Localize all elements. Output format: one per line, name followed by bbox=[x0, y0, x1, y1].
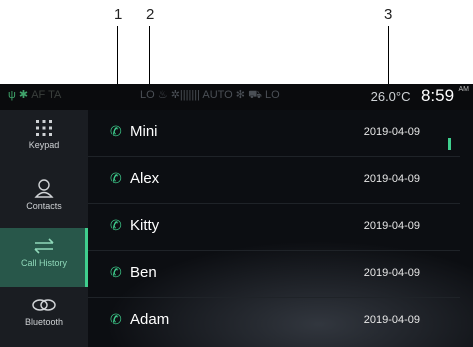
caller-name: Alex bbox=[130, 170, 160, 187]
caller-name: Mini bbox=[130, 123, 158, 140]
phone-icon: ✆ bbox=[110, 264, 122, 280]
contacts-icon bbox=[34, 179, 54, 198]
call-date: 2019-04-09 bbox=[363, 126, 420, 138]
sidebar-item-keypad[interactable]: Keypad bbox=[0, 110, 88, 169]
caller-name: Adam bbox=[130, 311, 170, 328]
fan-right-level: LO bbox=[264, 89, 280, 101]
clock-ampm: AM bbox=[458, 86, 470, 93]
call-row[interactable]: ✆ Adam 2019-04-09 bbox=[88, 298, 460, 344]
keypad-icon bbox=[36, 120, 52, 136]
call-date: 2019-04-09 bbox=[363, 267, 420, 279]
caller-name: Kitty bbox=[130, 217, 160, 234]
seat-heat-icon: ♨ bbox=[157, 89, 168, 101]
call-row[interactable]: ✆ Mini 2019-04-09 bbox=[88, 110, 460, 157]
status-bar: ψ ✱ AF TA LO ♨ ✲||||||| AUTO ✻ ⛟ LO 26.0… bbox=[0, 84, 473, 110]
fan-speed-icon: ✲||||||| bbox=[170, 89, 200, 101]
head-unit-screen: ψ ✱ AF TA LO ♨ ✲||||||| AUTO ✻ ⛟ LO 26.0… bbox=[0, 84, 473, 347]
sidebar-item-label: Contacts bbox=[26, 201, 62, 211]
sidebar-item-contacts[interactable]: Contacts bbox=[0, 169, 88, 228]
car-recirc-icon: ⛟ bbox=[248, 89, 262, 101]
sidebar-item-label: Keypad bbox=[28, 140, 60, 150]
fan-left-level: LO bbox=[140, 89, 155, 101]
callout-2: 2 bbox=[146, 6, 155, 23]
climate-status: LO ♨ ✲||||||| AUTO ✻ ⛟ LO bbox=[140, 88, 280, 103]
call-row[interactable]: ✆ Kitty 2019-04-09 bbox=[88, 204, 460, 251]
phone-icon: ✆ bbox=[110, 217, 122, 233]
scrollbar[interactable] bbox=[448, 138, 451, 150]
status-right: 26.0°C 8:59 AM bbox=[371, 86, 469, 106]
temperature-readout: 26.0°C bbox=[370, 89, 411, 104]
call-history-icon bbox=[34, 238, 54, 254]
ta-indicator: TA bbox=[48, 89, 62, 101]
callout-3: 3 bbox=[384, 6, 393, 23]
call-row[interactable]: ✆ Ben 2019-04-09 bbox=[88, 251, 460, 298]
call-row[interactable]: ✆ Alex 2019-04-09 bbox=[88, 157, 460, 204]
call-history-list: ✆ Mini 2019-04-09 ✆ Alex 2019-04-09 ✆ Ki… bbox=[88, 110, 460, 347]
phone-icon: ✆ bbox=[110, 311, 122, 327]
usb-icon: ψ bbox=[8, 89, 16, 101]
clock: 8:59 bbox=[420, 86, 455, 105]
sidebar: Keypad Contacts Call History Bluetooth bbox=[0, 110, 88, 347]
sidebar-item-bluetooth[interactable]: Bluetooth bbox=[0, 287, 88, 346]
phone-icon: ✆ bbox=[110, 170, 122, 186]
call-date: 2019-04-09 bbox=[363, 220, 420, 232]
status-left: ψ ✱ AF TA bbox=[8, 88, 61, 101]
fan-icon: ✻ bbox=[235, 89, 245, 101]
bluetooth-link-icon bbox=[32, 299, 56, 311]
bluetooth-icon: ✱ bbox=[18, 89, 29, 101]
call-date: 2019-04-09 bbox=[363, 314, 420, 326]
call-date: 2019-04-09 bbox=[363, 173, 420, 185]
callout-1: 1 bbox=[114, 6, 123, 23]
auto-indicator: AUTO bbox=[202, 89, 233, 101]
af-indicator: AF bbox=[31, 89, 46, 101]
caller-name: Ben bbox=[130, 264, 157, 281]
phone-icon: ✆ bbox=[110, 123, 122, 139]
sidebar-item-label: Call History bbox=[20, 258, 67, 268]
sidebar-item-label: Bluetooth bbox=[24, 317, 64, 327]
sidebar-item-call-history[interactable]: Call History bbox=[0, 228, 88, 287]
